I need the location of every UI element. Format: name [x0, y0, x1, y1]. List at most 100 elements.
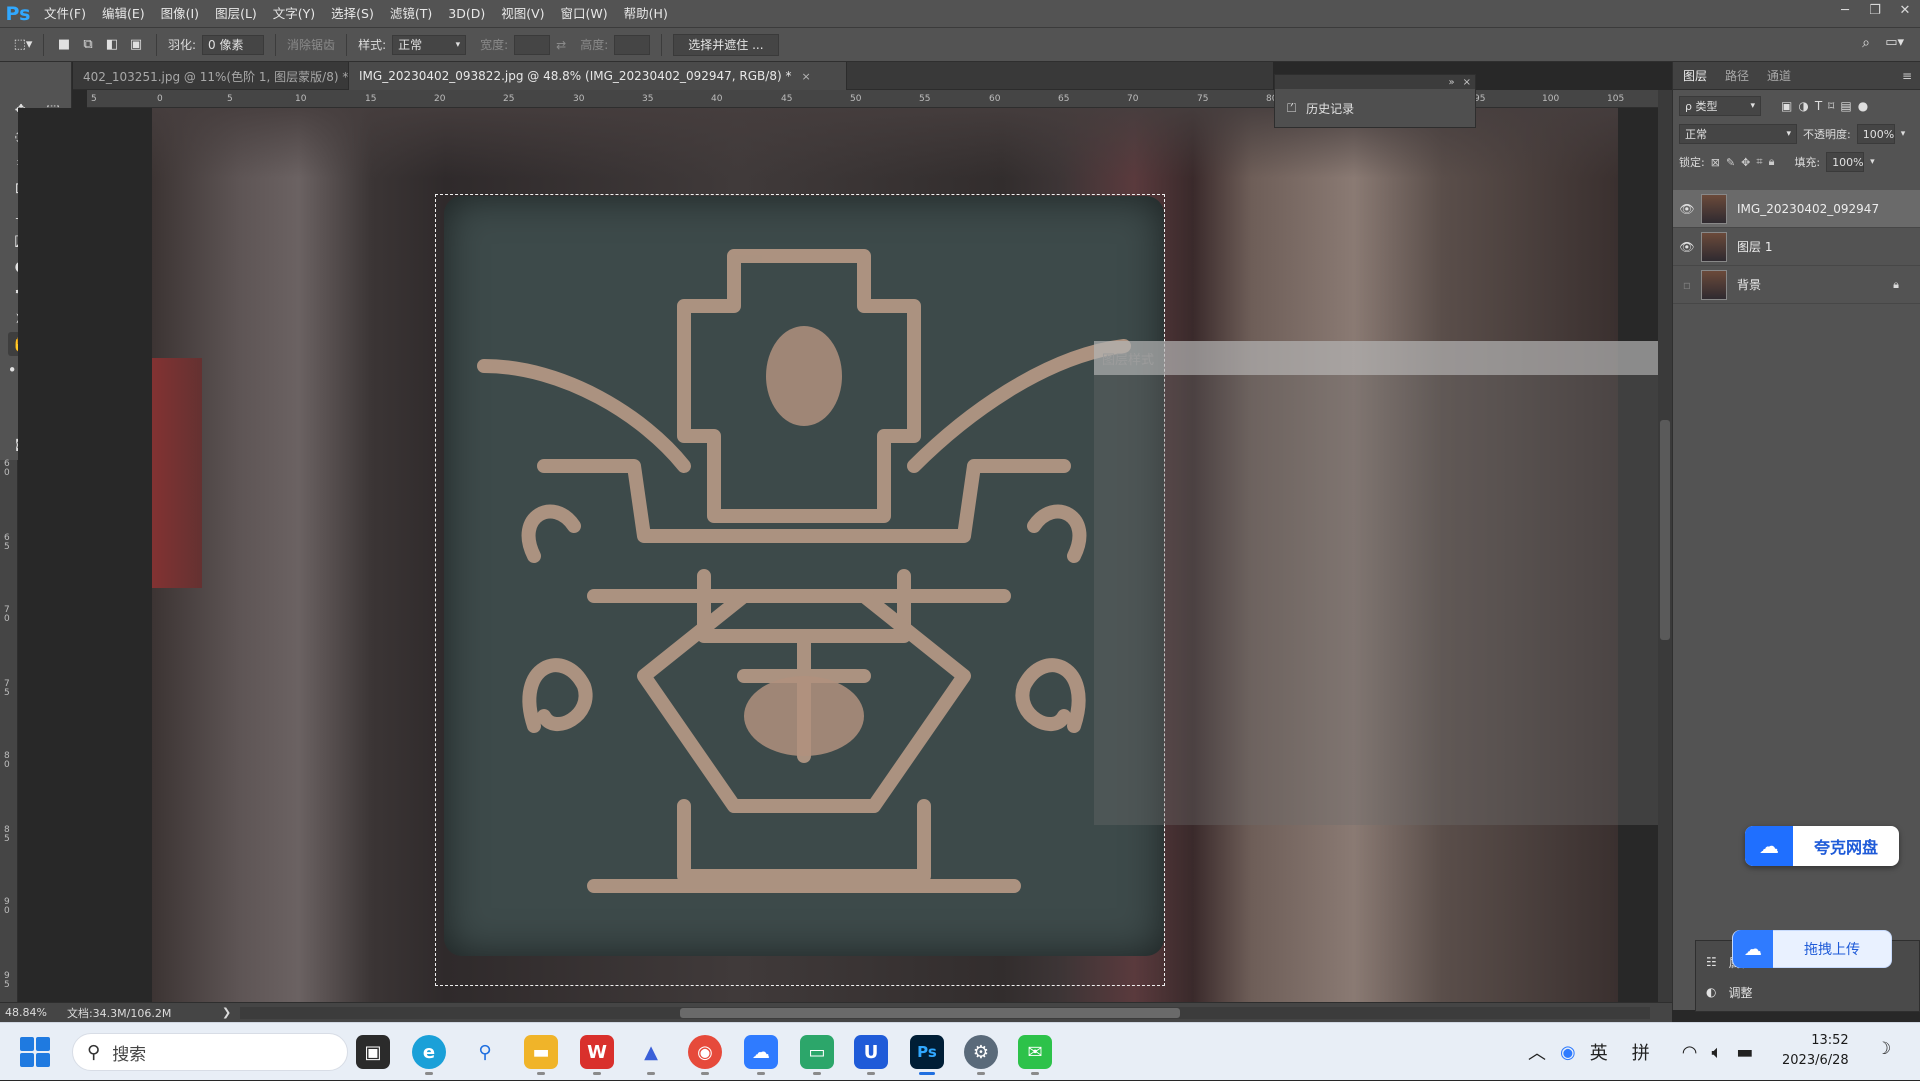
chevron-up-icon[interactable]: ︿	[1528, 1039, 1546, 1065]
menu-view[interactable]: 视图(V)	[493, 0, 552, 28]
lock-paint-icon[interactable]: ✎	[1726, 156, 1735, 169]
notification-icon[interactable]: ☽	[1876, 1039, 1891, 1059]
select-and-mask-button[interactable]: 选择并遮住 ...	[673, 33, 779, 56]
remote-desktop-icon[interactable]: ▭	[800, 1035, 834, 1075]
add-selection-icon[interactable]: ⧉	[79, 36, 97, 54]
filter-shape-icon[interactable]: ⌑	[1828, 99, 1834, 113]
input-lang-english[interactable]: 英	[1590, 1039, 1608, 1065]
taskbar-search[interactable]: ⚲ 搜索	[72, 1033, 348, 1071]
layer-row[interactable]: 👁︎ IMG_20230402_092947	[1673, 190, 1920, 228]
swap-icon[interactable]: ⇄	[556, 38, 566, 52]
ruler-tick: 65	[1058, 94, 1070, 104]
tray-app-icon[interactable]: ◉	[1560, 1042, 1576, 1063]
layer-row[interactable]: 👁︎ 图层 1	[1673, 228, 1920, 266]
filter-smart-icon[interactable]: ▤	[1840, 99, 1851, 113]
new-selection-icon[interactable]: ■	[55, 36, 73, 54]
photoshop-icon[interactable]: Ps	[910, 1035, 944, 1075]
lock-artboard-icon[interactable]: ⌗	[1756, 155, 1762, 169]
zoom-level[interactable]: 48.84%	[5, 1006, 47, 1019]
tab-document-1[interactable]: 402_103251.jpg @ 11%(色阶 1, 图层蒙版/8) *×	[73, 62, 368, 90]
file-explorer-icon[interactable]: ▬	[524, 1035, 558, 1075]
document-tabs: 402_103251.jpg @ 11%(色阶 1, 图层蒙版/8) *× IM…	[73, 62, 1273, 90]
adjustments-row[interactable]: ◐ 调整	[1696, 977, 1919, 1007]
menu-select[interactable]: 选择(S)	[323, 0, 382, 28]
menu-window[interactable]: 窗口(W)	[553, 0, 616, 28]
height-input[interactable]	[614, 34, 651, 55]
lock-position-icon[interactable]: ✥	[1741, 156, 1750, 169]
tab-layers[interactable]: 图层	[1683, 67, 1707, 84]
layer-filter-select[interactable]: ρ 类型 ▾	[1679, 96, 1761, 116]
tab-document-2[interactable]: IMG_20230402_093822.jpg @ 48.8% (IMG_202…	[349, 62, 847, 90]
history-panel-tab[interactable]: ⏍ 历史记录	[1275, 89, 1475, 127]
close-icon[interactable]: ×	[801, 70, 810, 83]
layer-row[interactable]: ▫ 背景 🔒︎	[1673, 266, 1920, 304]
edge-browser-icon[interactable]: e	[412, 1035, 446, 1075]
close-window-icon[interactable]: ✕	[1890, 0, 1920, 20]
status-arrow-icon[interactable]: ❯	[222, 1006, 231, 1019]
eye-icon[interactable]: 👁︎	[1673, 240, 1701, 254]
task-view-icon[interactable]: ▣	[356, 1035, 390, 1069]
battery-icon[interactable]: ▬	[1736, 1042, 1753, 1063]
windows-start-icon[interactable]	[20, 1037, 50, 1067]
document-size[interactable]: 文档:34.3M/106.2M	[67, 1005, 171, 1021]
width-input[interactable]	[514, 34, 551, 55]
drag-upload-button[interactable]: ☁ 拖拽上传	[1732, 930, 1892, 968]
marquee-selection[interactable]	[435, 194, 1165, 986]
wps-office-icon[interactable]: W	[580, 1035, 614, 1075]
filter-adjust-icon[interactable]: ◑	[1798, 99, 1808, 113]
marquee-preset-icon[interactable]: ⬚▾	[14, 36, 33, 54]
close-icon[interactable]: ×	[1463, 77, 1471, 88]
menu-3d[interactable]: 3D(D)	[440, 0, 493, 28]
wechat-icon[interactable]: ✉	[1018, 1035, 1052, 1075]
eye-icon[interactable]: 👁︎	[1673, 202, 1701, 216]
subtract-selection-icon[interactable]: ◧	[103, 36, 121, 54]
search-app-icon[interactable]: ⚲	[468, 1035, 502, 1069]
horizontal-scrollbar[interactable]	[240, 1007, 1650, 1019]
antialias-checkbox[interactable]: 消除锯齿	[287, 36, 335, 53]
intersect-selection-icon[interactable]: ▣	[127, 36, 145, 54]
tab-channels[interactable]: 通道	[1767, 67, 1791, 84]
settings-gear-icon[interactable]: ⚙	[964, 1035, 998, 1075]
shield-app-icon[interactable]: U	[854, 1035, 888, 1075]
menu-image[interactable]: 图像(I)	[153, 0, 207, 28]
layer-thumbnail	[1701, 193, 1727, 224]
opacity-input[interactable]: 100%	[1856, 124, 1895, 144]
menu-help[interactable]: 帮助(H)	[616, 0, 676, 28]
mountain-app-icon[interactable]: ▲	[634, 1035, 668, 1075]
filter-type-icon[interactable]: T	[1815, 99, 1822, 113]
scrollbar-thumb[interactable]	[680, 1008, 1180, 1018]
input-method-pinyin[interactable]: 拼	[1632, 1039, 1650, 1065]
menu-filter[interactable]: 滤镜(T)	[382, 0, 440, 28]
collapse-icon[interactable]: »	[1448, 77, 1454, 88]
filter-label: ρ 类型	[1685, 100, 1718, 113]
visibility-toggle[interactable]: ▫	[1673, 278, 1701, 292]
running-indicator	[977, 1072, 985, 1075]
menu-file[interactable]: 文件(F)	[36, 0, 94, 28]
workspace-icon[interactable]: ▭▾	[1885, 35, 1904, 50]
tab-paths[interactable]: 路径	[1725, 67, 1749, 84]
lock-all-icon[interactable]: 🔒︎	[1769, 155, 1775, 169]
panel-menu-icon[interactable]: ≡	[1902, 69, 1912, 83]
volume-icon[interactable]: 🔈︎	[1711, 1042, 1722, 1063]
search-icon[interactable]: ⌕	[1862, 35, 1870, 51]
quark-drive-button[interactable]: ☁ 夸克网盘	[1745, 826, 1899, 866]
restore-icon[interactable]: ❐	[1860, 0, 1890, 20]
scrollbar-thumb[interactable]	[1660, 420, 1670, 640]
clock[interactable]: 13:52 2023/6/28	[1782, 1031, 1849, 1071]
quark-drive-icon[interactable]: ☁	[744, 1035, 778, 1075]
minimize-icon[interactable]: ─	[1830, 0, 1860, 20]
style-select[interactable]: 正常 ▾	[392, 34, 467, 55]
filter-toggle-icon[interactable]: ●	[1858, 99, 1868, 113]
wifi-icon[interactable]: ◠	[1682, 1042, 1698, 1063]
filter-pixel-icon[interactable]: ▣	[1781, 99, 1792, 113]
fill-input[interactable]: 100%	[1826, 152, 1865, 172]
menu-layer[interactable]: 图层(L)	[207, 0, 265, 28]
lock-transparency-icon[interactable]: ⊠	[1711, 156, 1720, 169]
chevron-down-icon[interactable]: ▾	[1901, 129, 1906, 139]
blend-mode-select[interactable]: 正常 ▾	[1679, 124, 1797, 144]
feather-input[interactable]: 0 像素	[202, 34, 265, 55]
menu-edit[interactable]: 编辑(E)	[94, 0, 153, 28]
chrome-icon[interactable]: ◉	[688, 1035, 722, 1075]
menu-type[interactable]: 文字(Y)	[265, 0, 323, 28]
chevron-down-icon[interactable]: ▾	[1870, 157, 1875, 167]
